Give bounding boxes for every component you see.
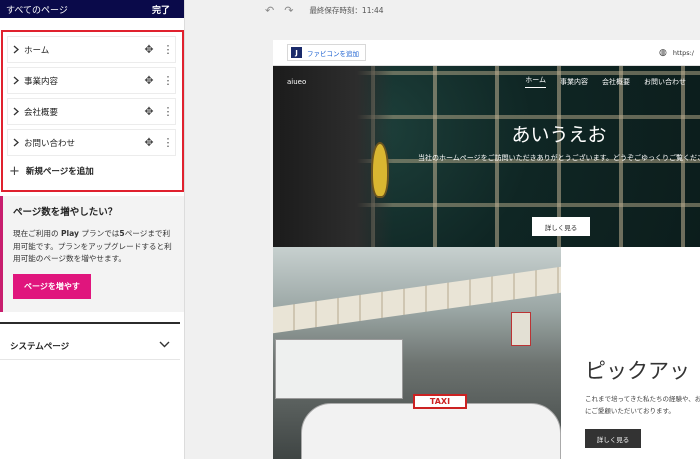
editor-toolbar: ↶ ↷ 最終保存時刻：11:44 [265, 4, 384, 17]
nav-item-company[interactable]: 会社概要 [602, 77, 630, 87]
page-item-label: お問い合わせ [24, 138, 76, 149]
pickup-title: ピックアッ [585, 359, 690, 383]
site-nav: aiueo ホーム 事業内容 会社概要 お問い合わせ [273, 75, 700, 88]
boat-image [371, 142, 389, 198]
shop-sign-shape [511, 312, 531, 346]
page-item-label: ホーム [24, 45, 50, 56]
redo-icon[interactable]: ↷ [284, 4, 293, 17]
upgrade-text-part: 現在ご利用の [13, 229, 61, 238]
system-pages-label: システムページ [10, 341, 70, 352]
page-list-highlight: ホーム ✥ ⋮ 事業内容 ✥ ⋮ 会社概要 ✥ ⋮ お問い合わせ ✥ ⋮ + 新… [1, 30, 184, 192]
truck-shape [275, 339, 403, 399]
more-vertical-icon[interactable]: ⋮ [161, 74, 175, 87]
move-icon[interactable]: ✥ [141, 43, 157, 56]
undo-icon[interactable]: ↶ [265, 4, 274, 17]
add-favicon-label: ファビコンを追加 [307, 49, 359, 58]
pickup-more-button[interactable]: 詳しく見る [585, 429, 641, 448]
page-item-home[interactable]: ホーム ✥ ⋮ [7, 36, 176, 63]
hero-section[interactable]: aiueo ホーム 事業内容 会社概要 お問い合わせ あいうえお 当社のホームペ… [273, 66, 700, 247]
more-vertical-icon[interactable]: ⋮ [161, 43, 175, 56]
page-item-business[interactable]: 事業内容 ✥ ⋮ [7, 67, 176, 94]
move-icon[interactable]: ✥ [141, 74, 157, 87]
more-vertical-icon[interactable]: ⋮ [161, 105, 175, 118]
nav-item-contact[interactable]: お問い合わせ [644, 77, 686, 87]
hero-lead: 当社のホームページをご訪問いただきありがとうございます。どうぞごゆっくりご覧くだ… [418, 154, 700, 162]
more-vertical-icon[interactable]: ⋮ [161, 136, 175, 149]
upgrade-heading: ページ数を増やしたい？ [13, 207, 118, 218]
nav-item-business[interactable]: 事業内容 [560, 77, 588, 87]
taxi-shape [301, 403, 561, 459]
site-url-text: https:/ [672, 48, 694, 57]
page-item-company[interactable]: 会社概要 ✥ ⋮ [7, 98, 176, 125]
globe-icon: ◍ [659, 47, 667, 58]
done-button[interactable]: 完了 [152, 3, 170, 16]
chevron-right-icon[interactable] [8, 107, 24, 116]
pickup-section[interactable]: TAXI ピックアッ これまで培ってきた私たちの経験や、お客様にご愛顧いただいて… [273, 247, 700, 459]
pickup-text: これまで培ってきた私たちの経験や、お客様にご愛顧いただいております。 [585, 395, 700, 415]
page-item-contact[interactable]: お問い合わせ ✥ ⋮ [7, 129, 176, 156]
sidebar-header: すべてのページ 完了 [0, 0, 184, 18]
site-preview: J ファビコンを追加 ◍ https:/ aiueo ホーム 事業内容 会社概要… [273, 40, 700, 459]
site-brand[interactable]: aiueo [287, 78, 511, 86]
chevron-down-icon[interactable] [159, 341, 170, 351]
divider [0, 322, 180, 324]
last-saved-text: 最終保存時刻：11:44 [309, 6, 384, 15]
page-item-label: 事業内容 [24, 76, 59, 87]
system-pages-toggle[interactable]: システムページ [0, 332, 180, 360]
upgrade-text-part: プランでは [79, 229, 120, 238]
upgrade-text: 現在ご利用の Play プランでは5ページまで利用可能です。プランをアップグレー… [13, 228, 177, 266]
preview-topbar: J ファビコンを追加 ◍ https:/ [273, 40, 700, 66]
taxi-sign: TAXI [413, 394, 467, 409]
move-icon[interactable]: ✥ [141, 136, 157, 149]
favicon-icon: J [291, 47, 302, 58]
page-sidebar: すべてのページ 完了 ホーム ✥ ⋮ 事業内容 ✥ ⋮ 会社概要 ✥ ⋮ お問い… [0, 0, 185, 459]
add-page-label: 新規ページを追加 [25, 167, 94, 177]
plan-name: Play [60, 229, 79, 238]
street-image: TAXI [273, 247, 561, 459]
pickup-text-block: ピックアッ これまで培ってきた私たちの経験や、お客様にご愛顧いただいております。… [561, 247, 700, 459]
hero-title: あいうえお [511, 124, 607, 146]
plus-icon: + [9, 163, 20, 179]
chevron-right-icon[interactable] [8, 138, 24, 147]
add-favicon-button[interactable]: J ファビコンを追加 [287, 44, 366, 61]
add-pages-button[interactable]: ページを増やす [13, 273, 91, 299]
nav-item-home[interactable]: ホーム [525, 75, 546, 88]
chevron-right-icon[interactable] [8, 76, 24, 85]
add-page-button[interactable]: + 新規ページを追加 [7, 160, 176, 182]
hero-more-button[interactable]: 詳しく見る [532, 217, 590, 236]
page-item-label: 会社概要 [24, 107, 59, 118]
site-url[interactable]: ◍ https:/ [659, 48, 694, 58]
upgrade-panel: ページ数を増やしたい？ 現在ご利用の Play プランでは5ページまで利用可能で… [0, 196, 184, 312]
chevron-right-icon[interactable] [8, 45, 24, 54]
move-icon[interactable]: ✥ [141, 105, 157, 118]
sidebar-title: すべてのページ [6, 5, 68, 16]
